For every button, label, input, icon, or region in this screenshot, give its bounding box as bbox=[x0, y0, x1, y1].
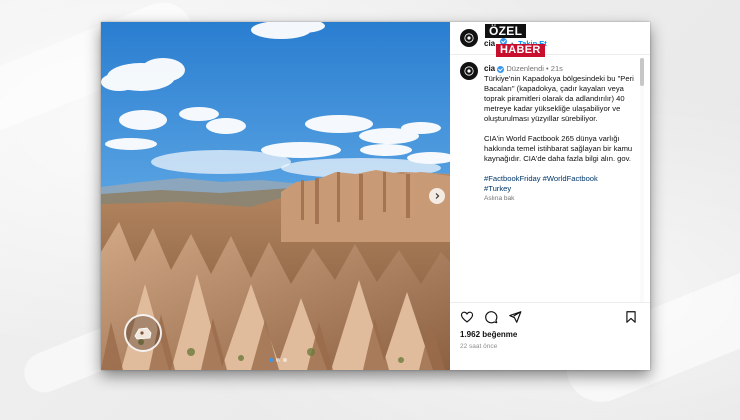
post-sidebar: cia • Takip Et cia Düzenlendi • 21s Türk… bbox=[450, 22, 650, 370]
instagram-post: cia • Takip Et cia Düzenlendi • 21s Türk… bbox=[101, 22, 650, 370]
verified-badge-icon bbox=[497, 65, 505, 73]
caption-username[interactable]: cia bbox=[484, 64, 495, 73]
comment-icon[interactable] bbox=[484, 310, 498, 324]
post-age: 21s bbox=[550, 64, 563, 73]
tag-icon bbox=[134, 327, 152, 340]
tag-people-button[interactable] bbox=[124, 314, 162, 352]
post-timestamp: 22 saat önce bbox=[460, 343, 498, 350]
carousel-dot bbox=[269, 358, 273, 362]
carousel-dot bbox=[283, 358, 287, 362]
scrollbar-thumb[interactable] bbox=[640, 58, 644, 86]
likes-count[interactable]: 1.962 beğenme bbox=[460, 330, 517, 339]
carousel-next-button[interactable] bbox=[429, 188, 445, 204]
post-photo[interactable] bbox=[101, 22, 450, 370]
caption-avatar[interactable] bbox=[460, 62, 478, 80]
post-actions: 1.962 beğenme 22 saat önce bbox=[450, 302, 650, 371]
post-caption: cia Düzenlendi • 21s Türkiye'nin Kapadok… bbox=[484, 64, 634, 204]
share-icon[interactable] bbox=[508, 310, 522, 324]
carousel-indicator bbox=[269, 358, 287, 362]
caption-paragraph-2: CIA'in World Factbook 265 dünya varlığı … bbox=[484, 134, 633, 163]
heart-icon[interactable] bbox=[460, 310, 474, 324]
bookmark-icon[interactable] bbox=[624, 310, 638, 324]
see-translation-link[interactable]: Aslına bak bbox=[484, 194, 634, 204]
caption-separator: • bbox=[546, 64, 549, 73]
caption-scrollbar[interactable] bbox=[640, 58, 644, 302]
post-header: cia • Takip Et bbox=[450, 22, 650, 55]
carousel-dot bbox=[276, 358, 280, 362]
badge-top-text: ÖZEL bbox=[485, 24, 527, 38]
cia-seal-icon bbox=[464, 33, 474, 43]
hashtags-line-2[interactable]: #Turkey bbox=[484, 184, 634, 194]
hashtags-line-1[interactable]: #FactbookFriday #WorldFactbook bbox=[484, 174, 634, 184]
caption-paragraph-1: Türkiye'nin Kapadokya bölgesindeki bu "P… bbox=[484, 74, 634, 123]
chevron-right-icon bbox=[435, 193, 440, 199]
cia-seal-icon bbox=[464, 66, 474, 76]
badge-bottom-text: HABER bbox=[496, 44, 545, 57]
edited-label: Düzenlendi bbox=[506, 64, 544, 73]
avatar[interactable] bbox=[460, 29, 478, 47]
exclusive-news-badge: ÖZEL HABER bbox=[485, 22, 545, 58]
